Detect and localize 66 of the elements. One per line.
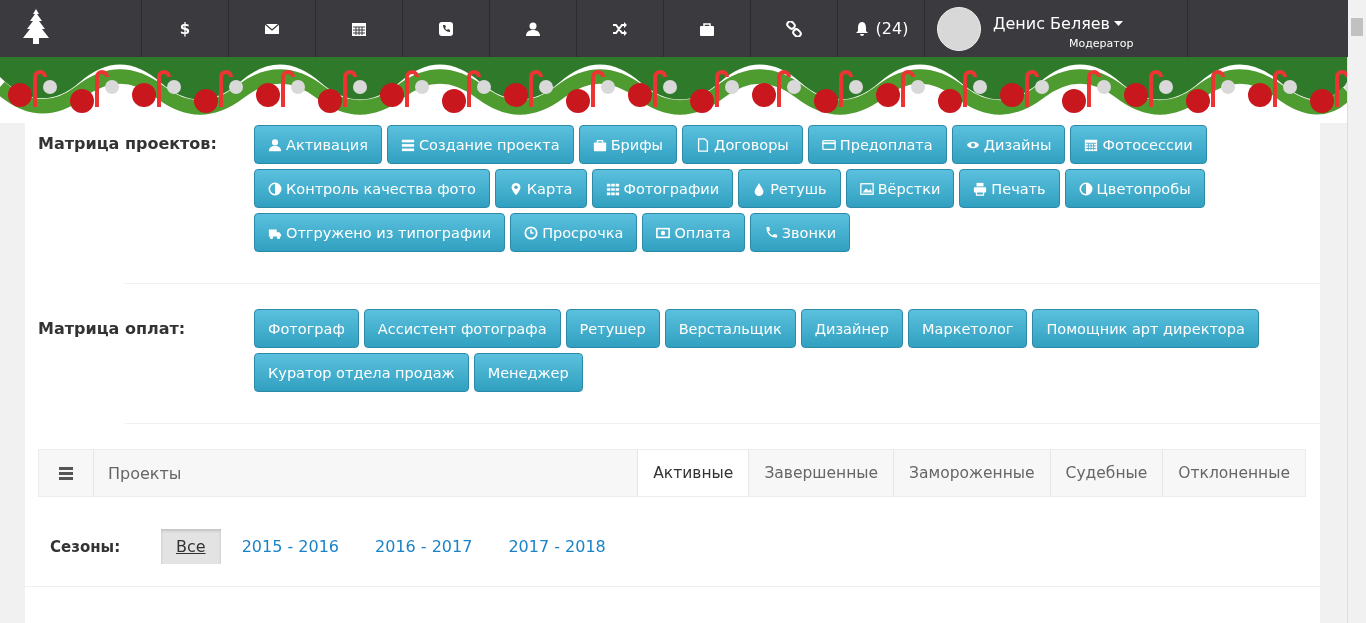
phone-icon[interactable] bbox=[438, 20, 454, 37]
banknote-icon bbox=[656, 225, 671, 240]
matrix-button[interactable]: Печать bbox=[959, 169, 1060, 208]
role-button[interactable]: Маркетолог bbox=[908, 309, 1028, 348]
status-tab[interactable]: Завершенные bbox=[748, 450, 894, 496]
shuffle-icon[interactable] bbox=[612, 20, 628, 37]
user-name[interactable]: Денис Беляев bbox=[993, 13, 1111, 33]
role-button[interactable]: Менеджер bbox=[473, 353, 583, 392]
role-button[interactable]: Помощник арт директора bbox=[1032, 309, 1259, 348]
matrix-button[interactable]: Контроль качества фото bbox=[254, 169, 490, 208]
section-label: Матрица проектов: bbox=[38, 133, 218, 155]
image-icon bbox=[859, 181, 874, 196]
matrix-button[interactable]: Карта bbox=[494, 169, 587, 208]
season-filter[interactable]: 2015 - 2016 bbox=[226, 529, 354, 564]
status-tab[interactable]: Отклоненные bbox=[1162, 450, 1305, 496]
matrix-button[interactable]: Фотографии bbox=[591, 169, 734, 208]
season-filter[interactable]: 2016 - 2017 bbox=[360, 529, 488, 564]
printer-icon bbox=[973, 181, 988, 196]
avatar[interactable] bbox=[937, 6, 981, 51]
matrix-button[interactable]: Дизайны bbox=[951, 125, 1066, 164]
matrix-button[interactable]: Звонки bbox=[749, 213, 851, 252]
matrix-button[interactable]: Отгружено из типографии bbox=[254, 213, 506, 252]
grid-icon bbox=[605, 181, 620, 196]
briefcase-icon[interactable] bbox=[699, 20, 715, 37]
matrix-button[interactable]: Брифы bbox=[578, 125, 678, 164]
role-button[interactable]: Верстальщик bbox=[664, 309, 796, 348]
matrix-button[interactable]: Просрочка bbox=[510, 213, 638, 252]
role-button[interactable]: Фотограф bbox=[254, 309, 359, 348]
document-icon bbox=[696, 137, 711, 152]
matrix-button[interactable]: Вёрстки bbox=[845, 169, 955, 208]
role-button[interactable]: Дизайнер bbox=[800, 309, 904, 348]
matrix-button[interactable]: Ретушь bbox=[738, 169, 841, 208]
matrix-button[interactable]: Цветопробы bbox=[1064, 169, 1205, 208]
status-tab[interactable]: Судебные bbox=[1049, 450, 1163, 496]
panel-title: Проекты bbox=[107, 462, 183, 485]
status-tab[interactable]: Активные bbox=[637, 450, 749, 496]
role-button[interactable]: Куратор отдела продаж bbox=[254, 353, 469, 392]
matrix-button[interactable]: Активация bbox=[254, 125, 382, 164]
list-icon bbox=[56, 465, 76, 481]
role-button[interactable]: Ассистент фотографа bbox=[363, 309, 561, 348]
matrix-button[interactable]: Договоры bbox=[682, 125, 803, 164]
caret-icon[interactable] bbox=[1114, 20, 1124, 26]
role-button[interactable]: Ретушер bbox=[565, 309, 660, 348]
season-filter[interactable]: 2017 - 2018 bbox=[493, 529, 621, 564]
calendar-icon bbox=[1084, 137, 1099, 152]
status-tab[interactable]: Замороженные bbox=[893, 450, 1050, 496]
matrix-button[interactable]: Оплата bbox=[642, 213, 745, 252]
dollar-sign-link[interactable]: $ bbox=[179, 19, 191, 38]
calendar-icon[interactable] bbox=[351, 20, 367, 37]
matrix-button[interactable]: Предоплата bbox=[807, 125, 947, 164]
contrast-icon bbox=[268, 181, 282, 196]
section-label: Матрица оплат: bbox=[38, 318, 187, 340]
briefcase-icon bbox=[592, 137, 607, 152]
user-role: Модератор bbox=[1069, 36, 1134, 50]
user-icon bbox=[268, 137, 282, 152]
contrast-icon bbox=[1078, 181, 1093, 196]
notification-count[interactable]: (24) bbox=[875, 19, 909, 38]
seasons-label: Сезоны: bbox=[50, 537, 122, 556]
matrix-button[interactable]: Фотосессии bbox=[1070, 125, 1207, 164]
link-icon[interactable] bbox=[786, 20, 802, 37]
credit-card-icon bbox=[821, 137, 836, 152]
season-filter[interactable]: Все bbox=[161, 529, 221, 564]
clock-icon bbox=[524, 225, 539, 240]
user-icon[interactable] bbox=[525, 20, 541, 37]
list-icon bbox=[401, 137, 415, 152]
matrix-button[interactable]: Создание проекта bbox=[387, 125, 574, 164]
